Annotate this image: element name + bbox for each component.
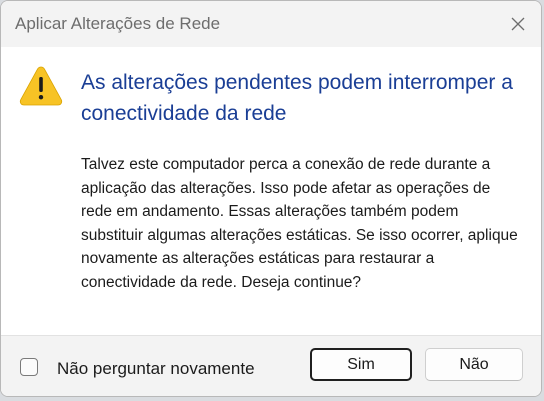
- yes-button[interactable]: Sim: [310, 348, 412, 381]
- dont-ask-again-checkbox[interactable]: [20, 358, 38, 376]
- warning-triangle-icon: [19, 66, 63, 106]
- close-button[interactable]: [495, 1, 541, 47]
- close-icon: [511, 17, 525, 31]
- window-title: Aplicar Alterações de Rede: [15, 14, 221, 33]
- dialog-window: Aplicar Alterações de Rede As alterações…: [0, 0, 542, 397]
- no-button[interactable]: Não: [425, 348, 523, 381]
- dialog-message: Talvez este computador perca a conexão d…: [81, 156, 518, 291]
- title-bar: Aplicar Alterações de Rede: [1, 1, 541, 47]
- dialog-heading: As alterações pendentes podem interrompe…: [81, 71, 513, 125]
- dont-ask-again-label[interactable]: Não perguntar novamente: [57, 359, 255, 379]
